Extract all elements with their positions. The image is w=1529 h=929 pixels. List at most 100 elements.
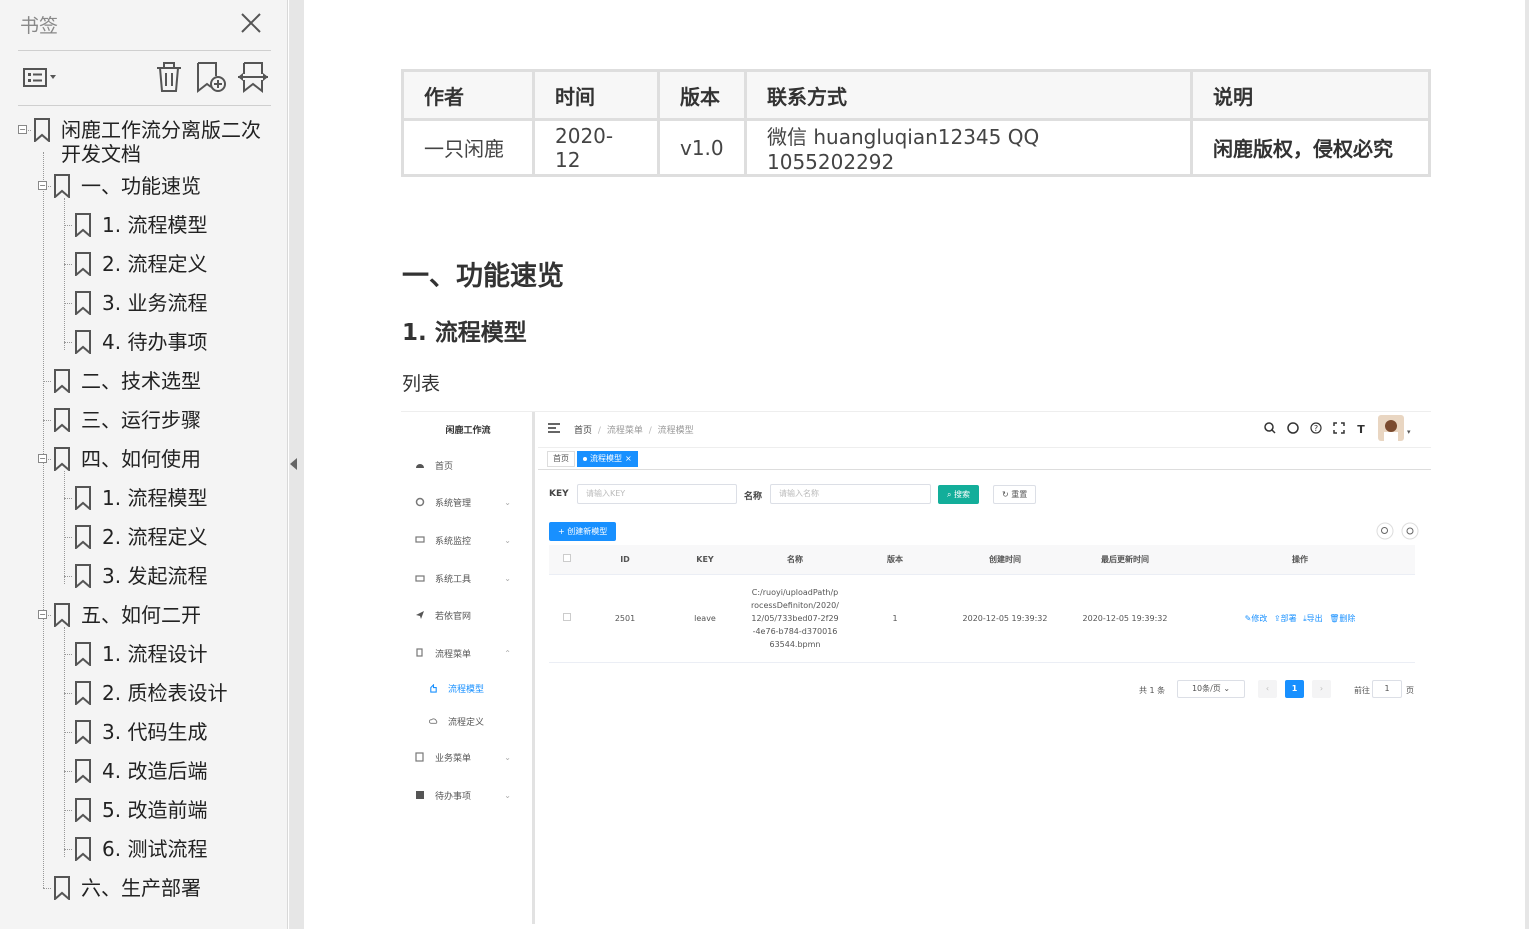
bookmark-icon bbox=[75, 642, 91, 666]
fullscreen-icon[interactable] bbox=[1333, 422, 1345, 434]
page-size-select[interactable]: 10条/页 ⌄ bbox=[1177, 680, 1245, 698]
bookmark-item-root[interactable]: 闲鹿工作流分离版二次开发文档 bbox=[33, 118, 276, 166]
bookmark-item[interactable]: 1. 流程模型 bbox=[74, 486, 207, 518]
button-label: 创建新模型 bbox=[567, 527, 608, 536]
collapse-toggle[interactable]: − bbox=[38, 454, 47, 463]
export-link[interactable]: ⤓导出 bbox=[1303, 614, 1323, 623]
link-label: 部署 bbox=[1280, 613, 1297, 623]
close-icon[interactable] bbox=[238, 10, 264, 36]
bookmark-label: 4. 改造后端 bbox=[102, 759, 208, 783]
menu-system-tools[interactable]: 系统工具 ⌄ bbox=[415, 570, 525, 586]
bookmark-move-icon[interactable] bbox=[236, 60, 270, 94]
select-all-checkbox[interactable] bbox=[563, 554, 571, 563]
bookmark-item[interactable]: 5. 改造前端 bbox=[74, 798, 207, 830]
reset-button[interactable]: ↻ 重置 bbox=[993, 485, 1037, 504]
next-page-button[interactable]: › bbox=[1312, 680, 1331, 698]
menu-ruoyi-site[interactable]: 若依官网 bbox=[415, 607, 471, 623]
bookmark-item[interactable]: 3. 发起流程 bbox=[74, 564, 207, 596]
collapse-toggle[interactable]: − bbox=[18, 125, 27, 134]
avatar[interactable] bbox=[1378, 415, 1404, 441]
gear-icon bbox=[415, 497, 425, 507]
toggle-search-icon[interactable] bbox=[1376, 522, 1394, 540]
breadcrumb-item[interactable]: 首页 bbox=[574, 426, 592, 436]
goto-input[interactable]: 1 bbox=[1372, 680, 1402, 698]
menu-business[interactable]: 业务菜单 ⌄ bbox=[415, 749, 525, 765]
submenu-model[interactable]: 流程模型 bbox=[429, 680, 484, 696]
close-icon[interactable]: × bbox=[625, 454, 632, 463]
bookmark-icon bbox=[75, 525, 91, 549]
bookmark-options-icon[interactable] bbox=[22, 60, 56, 94]
total-count: 共 1 条 bbox=[1139, 686, 1166, 695]
bookmark-item[interactable]: 4. 改造后端 bbox=[74, 759, 207, 791]
github-icon[interactable] bbox=[1287, 422, 1299, 434]
bookmark-item[interactable]: 2. 质检表设计 bbox=[74, 681, 227, 713]
create-model-button[interactable]: + 创建新模型 bbox=[549, 522, 617, 541]
name-input[interactable]: 请输入名称 bbox=[770, 484, 931, 504]
refresh-icon[interactable] bbox=[1401, 522, 1419, 540]
actions-cell: ✎修改 ⇪部署 ⤓导出 🗑删除 bbox=[1185, 574, 1415, 663]
menu-workflow[interactable]: 流程菜单 ⌃ bbox=[415, 645, 525, 661]
font-size-icon[interactable]: T bbox=[1355, 422, 1367, 434]
bookmark-item[interactable]: 四、如何使用 bbox=[53, 447, 201, 479]
menu-todo[interactable]: 待办事项 ⌄ bbox=[415, 787, 525, 803]
collapse-toggle[interactable]: − bbox=[38, 181, 47, 190]
bookmark-icon bbox=[75, 213, 91, 237]
page-button[interactable]: 1 bbox=[1285, 680, 1304, 698]
column-header: 操作 bbox=[1185, 545, 1415, 575]
menu-system-manage[interactable]: 系统管理 ⌄ bbox=[415, 494, 525, 510]
bookmark-icon bbox=[75, 759, 91, 783]
bookmark-item[interactable]: 三、运行步骤 bbox=[53, 408, 201, 440]
bookmark-icon bbox=[75, 564, 91, 588]
breadcrumb-item[interactable]: 流程菜单 bbox=[607, 426, 643, 436]
bookmark-item[interactable]: 1. 流程设计 bbox=[74, 642, 207, 674]
bookmark-item[interactable]: 3. 业务流程 bbox=[74, 291, 207, 323]
bookmark-item[interactable]: 六、生产部署 bbox=[53, 876, 201, 908]
bookmark-item[interactable]: 一、功能速览 bbox=[53, 174, 201, 206]
add-bookmark-icon[interactable] bbox=[194, 60, 228, 94]
caret-down-icon[interactable]: ▾ bbox=[1407, 428, 1411, 436]
collapse-panel-icon[interactable] bbox=[288, 455, 300, 473]
bookmark-item[interactable]: 2. 流程定义 bbox=[74, 525, 207, 557]
table-cell: 2020-12-05 19:39:32 bbox=[1065, 574, 1185, 663]
hamburger-icon[interactable] bbox=[548, 423, 560, 433]
chevron-down-icon: ⌄ bbox=[504, 497, 511, 507]
edit-link[interactable]: ✎修改 bbox=[1245, 614, 1268, 623]
app-navbar: 首页 / 流程菜单 / 流程模型 ? T ▾ bbox=[538, 412, 1431, 447]
tag-label: 流程模型 bbox=[590, 454, 622, 463]
bookmark-item[interactable]: 3. 代码生成 bbox=[74, 720, 207, 752]
name-label: 名称 bbox=[744, 492, 763, 502]
menu-home[interactable]: 首页 bbox=[415, 457, 453, 473]
bookmark-item[interactable]: 1. 流程模型 bbox=[74, 213, 207, 245]
bookmark-item[interactable]: 五、如何二开 bbox=[53, 603, 201, 635]
bookmark-label: 1. 流程模型 bbox=[102, 486, 208, 510]
column-header: ID bbox=[585, 545, 665, 575]
menu-label: 待办事项 bbox=[435, 791, 472, 802]
bookmark-panel: 书签 − − − − 闲鹿工作流分离版二次开发文档 一、功能速览 1. 流程模型… bbox=[0, 0, 288, 929]
section-heading: 一、功能速览 bbox=[402, 261, 564, 292]
search-button[interactable]: ⌕ 搜索 bbox=[938, 485, 980, 504]
bookmark-icon bbox=[54, 174, 70, 198]
bookmark-label: 2. 流程定义 bbox=[102, 252, 208, 276]
delete-link[interactable]: 🗑删除 bbox=[1329, 614, 1355, 623]
table-cell: 1 bbox=[845, 574, 945, 663]
bookmark-item[interactable]: 二、技术选型 bbox=[53, 369, 201, 401]
menu-system-monitor[interactable]: 系统监控 ⌄ bbox=[415, 532, 525, 548]
key-input[interactable]: 请输入KEY bbox=[577, 484, 737, 504]
bookmark-item[interactable]: 2. 流程定义 bbox=[74, 252, 207, 284]
bookmark-item[interactable]: 6. 测试流程 bbox=[74, 837, 207, 869]
prev-page-button[interactable]: ‹ bbox=[1258, 680, 1277, 698]
search-icon[interactable] bbox=[1264, 422, 1276, 434]
delete-icon[interactable] bbox=[152, 60, 186, 94]
monitor-icon bbox=[415, 536, 425, 543]
collapse-toggle[interactable]: − bbox=[38, 610, 47, 619]
bookmark-item[interactable]: 4. 待办事项 bbox=[74, 330, 207, 362]
submenu-definition[interactable]: 流程定义 bbox=[429, 713, 484, 729]
tools-icon bbox=[415, 575, 425, 582]
row-checkbox[interactable] bbox=[563, 613, 571, 621]
help-icon[interactable]: ? bbox=[1310, 422, 1322, 434]
tag-home[interactable]: 首页 bbox=[547, 451, 575, 467]
deploy-link[interactable]: ⇪部署 bbox=[1274, 614, 1297, 623]
tag-model[interactable]: 流程模型 × bbox=[577, 451, 638, 467]
button-label: 重置 bbox=[1011, 490, 1028, 499]
table-header: 时间 bbox=[532, 69, 660, 121]
